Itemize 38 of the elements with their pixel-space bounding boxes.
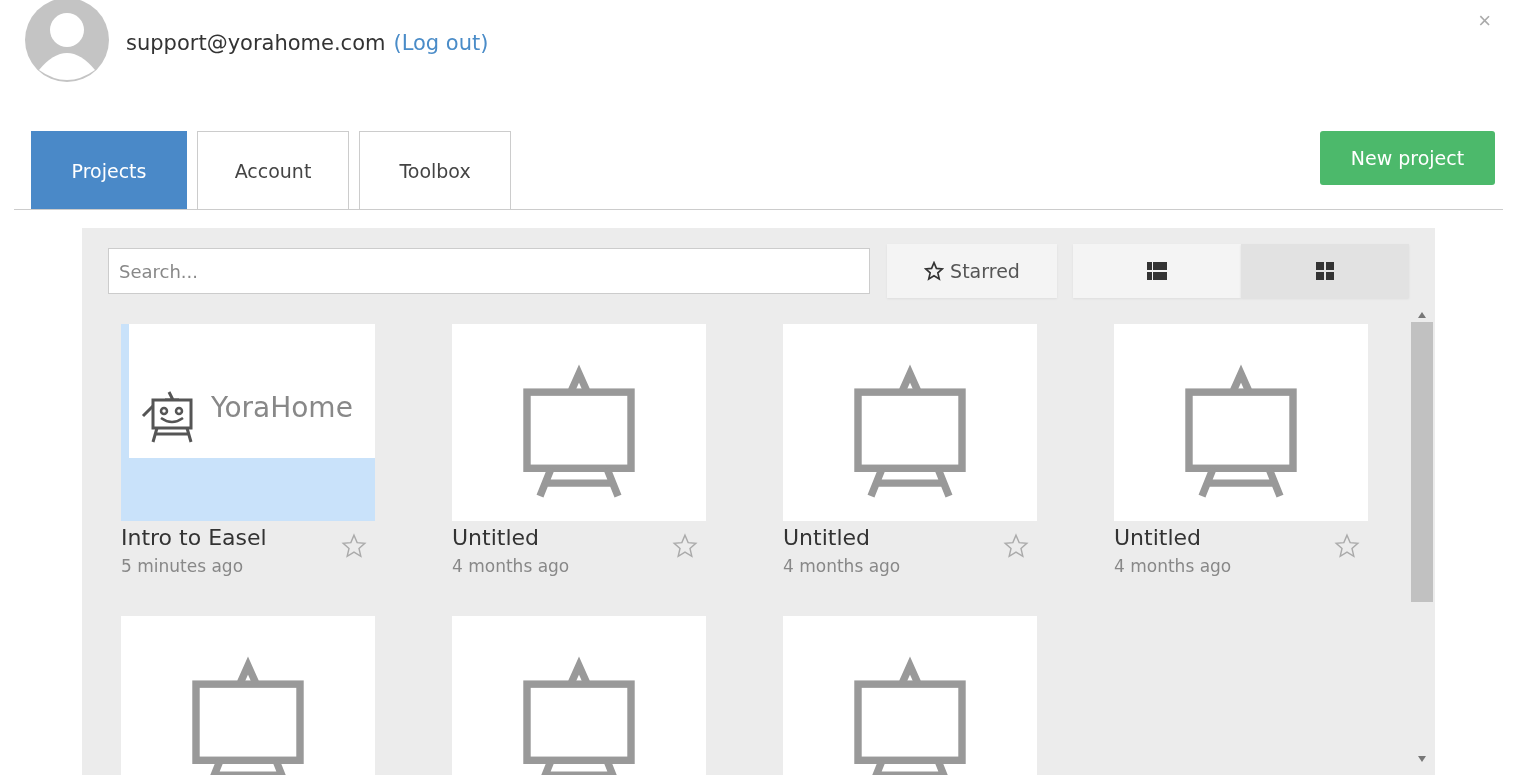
- scrollbar-thumb[interactable]: [1411, 322, 1433, 602]
- scroll-up-icon[interactable]: [1418, 312, 1426, 318]
- grid-view-button[interactable]: [1241, 244, 1409, 298]
- scroll-down-icon[interactable]: [1418, 756, 1426, 762]
- project-thumbnail[interactable]: [1114, 324, 1368, 521]
- tab[interactable]: Account: [197, 131, 349, 209]
- logo-text: YoraHome: [211, 391, 353, 424]
- user-email: support@yorahome.com: [126, 31, 386, 55]
- project-thumbnail[interactable]: [452, 324, 706, 521]
- tab[interactable]: Toolbox: [359, 131, 511, 209]
- logout-link[interactable]: (Log out): [393, 31, 489, 55]
- star-icon[interactable]: [341, 533, 367, 559]
- star-icon[interactable]: [672, 533, 698, 559]
- list-view-icon: [1147, 262, 1167, 280]
- star-icon[interactable]: [1003, 533, 1029, 559]
- close-button[interactable]: ×: [1474, 8, 1495, 34]
- project-time: 4 months ago: [452, 556, 570, 576]
- project-title: Untitled: [783, 525, 872, 550]
- project-thumbnail[interactable]: [121, 616, 375, 775]
- project-time: 4 months ago: [783, 556, 901, 576]
- tab[interactable]: Projects: [31, 131, 187, 209]
- grid-view-icon: [1315, 262, 1335, 280]
- project-thumbnail[interactable]: YoraHome: [121, 324, 375, 521]
- project-title: Untitled: [452, 525, 541, 550]
- star-icon: [924, 261, 945, 281]
- avatar-icon: [25, 0, 109, 82]
- list-view-button[interactable]: [1073, 244, 1241, 298]
- project-time: 5 minutes ago: [121, 556, 245, 576]
- star-icon[interactable]: [1334, 533, 1360, 559]
- project-thumbnail[interactable]: [452, 616, 706, 775]
- starred-filter-button[interactable]: Starred: [887, 244, 1057, 298]
- new-project-button[interactable]: New project: [1320, 131, 1495, 185]
- search-field[interactable]: Search...: [108, 248, 870, 294]
- project-thumbnail[interactable]: [783, 616, 1037, 775]
- project-title: Intro to Easel: [121, 525, 267, 550]
- project-time: 4 months ago: [1114, 556, 1232, 576]
- project-thumbnail[interactable]: [783, 324, 1037, 521]
- project-title: Untitled: [1114, 525, 1203, 550]
